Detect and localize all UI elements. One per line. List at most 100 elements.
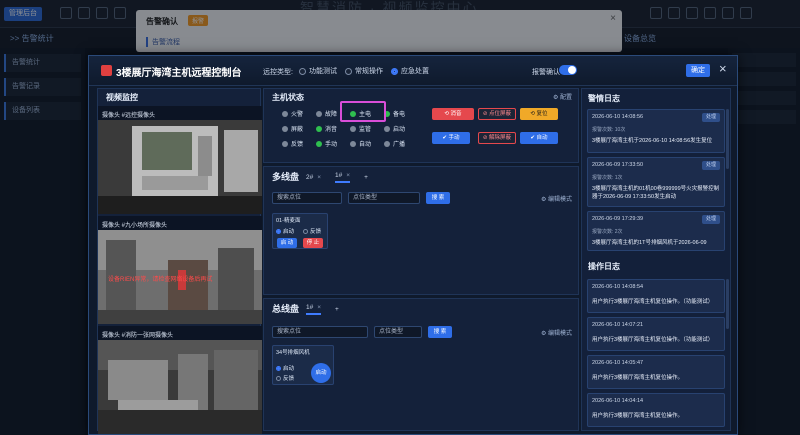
reset-button[interactable]: ⟲ 复位	[520, 108, 558, 120]
radio-dot	[391, 67, 398, 75]
search-point-input[interactable]: 搜索点位	[272, 326, 368, 338]
op-log-item: 2026-06-10 14:08:54 用户执行3楼展厅海湾主机复位操作。（功能…	[587, 279, 725, 313]
point-radio-feedback[interactable]: 反馈	[276, 374, 294, 382]
point-shield-button[interactable]: ⊘ 点位屏蔽	[478, 108, 516, 120]
silence-button[interactable]: ⟲ 消音	[432, 108, 474, 120]
status-item: 手动	[316, 139, 346, 148]
alarm-log-item[interactable]: 2026-06-09 17:33:50 报警次数: 1次 3楼展厅海湾主机的01…	[587, 157, 725, 207]
status-led-icon	[282, 125, 288, 132]
camera-2[interactable]: 摄像头 #九小场所摄像头 设备RIEN异常，请检查网络设备后再试	[98, 216, 262, 324]
status-led-icon	[316, 140, 322, 147]
tab-1[interactable]: 1# ×	[335, 172, 351, 183]
log-panel: 警情日志 2026-06-10 14:08:56 报警次数: 10次 3楼展厅海…	[581, 88, 731, 431]
process-button[interactable]: 处理	[702, 215, 720, 224]
edit-mode-link[interactable]: ⚙ 编辑模式	[541, 194, 572, 203]
host-status-panel: 主机状态 ⚙ 配置 火警 故障 主电 备电 屏蔽 消音 监管 启动 反馈 手动 自动 广播 ⟲ 消音 …	[263, 88, 579, 163]
camera-label: 摄像头 #九小场所摄像头	[102, 223, 168, 229]
highlight-box	[340, 101, 386, 122]
point-radio-start[interactable]: 启动	[276, 227, 294, 235]
camera-1[interactable]: 摄像头 #远控摄像头	[98, 106, 262, 214]
radio-normal-op[interactable]: 常规操作	[345, 66, 383, 76]
host-status-title: 主机状态	[272, 93, 304, 102]
point-radio-feedback[interactable]: 反馈	[303, 227, 321, 235]
search-button[interactable]: 搜 索	[428, 326, 452, 338]
point-radio-start[interactable]: 启动	[276, 364, 294, 372]
camera-error-text: 设备RIEN异常，请检查网络设备后再试	[108, 277, 213, 283]
close-icon[interactable]: ×	[317, 304, 321, 311]
alarm-confirm-toggle[interactable]	[559, 65, 577, 75]
point-type-select[interactable]: 点位类型	[374, 326, 422, 338]
status-led-icon	[350, 125, 356, 132]
status-item: 监管	[350, 124, 380, 133]
op-log-title: 操作日志	[588, 262, 620, 271]
status-item: 火警	[282, 109, 312, 118]
bus-title: 总线盘	[272, 304, 300, 314]
status-led-icon	[350, 140, 356, 147]
status-led-icon	[384, 125, 390, 132]
video-panel: 视频监控 摄像头 #远控摄像头 摄像头 #九小场所摄像头 设备RIEN异常，请检…	[97, 88, 262, 434]
status-led-icon	[282, 110, 288, 117]
bus-panel: 总线盘 1# × + 搜索点位 点位类型 搜 索 ⚙ 编辑模式 34号排烟风机 启…	[263, 298, 579, 431]
camera-label: 摄像头 #远控摄像头	[102, 113, 156, 119]
status-item: 自动	[350, 139, 380, 148]
op-log-item: 2026-06-10 14:07:21 用户执行3楼展厅海湾主机复位操作。（功能…	[587, 317, 725, 351]
add-tab-icon[interactable]: +	[364, 174, 368, 181]
modal-title: 3楼展厅海湾主机远程控制台	[116, 68, 242, 79]
close-icon[interactable]: ×	[317, 174, 321, 181]
manual-button[interactable]: ✔ 手动	[432, 132, 470, 144]
auto-button[interactable]: ✔ 自动	[520, 132, 558, 144]
search-button[interactable]: 搜 索	[426, 192, 450, 204]
status-item: 消音	[316, 124, 346, 133]
alarm-log-item[interactable]: 2026-06-10 14:08:56 报警次数: 10次 3楼展厅海湾主机于2…	[587, 109, 725, 153]
status-item: 备电	[384, 109, 414, 118]
point-name: 01-精麦面	[276, 218, 301, 224]
radio-function-test[interactable]: 功能测试	[299, 66, 337, 76]
radio-dot	[345, 67, 352, 75]
alarm-confirm-label: 报警确认	[532, 69, 560, 76]
op-log-item: 2026-06-10 14:05:47 用户执行3楼展厅海湾主机复位操作。	[587, 355, 725, 389]
alarm-log-scrollbar[interactable]	[726, 109, 729, 169]
unshield-button[interactable]: ⊘ 解除屏蔽	[478, 132, 516, 144]
add-tab-icon[interactable]: +	[335, 306, 339, 313]
close-icon[interactable]: ×	[346, 172, 350, 179]
status-item: 反馈	[282, 139, 312, 148]
remote-type-label: 远控类型:	[263, 69, 293, 76]
camera-label: 摄像头 #消防一张网摄像头	[102, 333, 174, 339]
point-card: 01-精麦面 启动 反馈 启 动 停 止	[272, 213, 328, 249]
tab-2[interactable]: 2# ×	[306, 174, 321, 181]
status-item: 屏蔽	[282, 124, 312, 133]
status-led-icon	[384, 140, 390, 147]
radio-dot	[299, 67, 306, 75]
stop-button[interactable]: 停 止	[303, 238, 323, 248]
op-log-scrollbar[interactable]	[726, 279, 729, 329]
search-point-input[interactable]: 搜索点位	[272, 192, 342, 204]
start-button[interactable]: 启 动	[277, 238, 297, 248]
close-icon[interactable]: ×	[719, 62, 727, 75]
status-led-icon	[282, 140, 288, 147]
process-button[interactable]: 处理	[702, 113, 720, 122]
multi-line-panel: 多线盘 2# × 1# × + 搜索点位 点位类型 搜 索 ⚙ 编辑模式 01-精麦…	[263, 166, 579, 295]
bus-tabs: 1# × +	[306, 304, 339, 315]
camera-feed[interactable]	[98, 340, 262, 434]
process-button[interactable]: 处理	[702, 161, 720, 170]
config-link[interactable]: ⚙ 配置	[553, 92, 572, 101]
remote-type-group: 功能测试 常规操作 应急处置	[299, 66, 429, 76]
camera-3[interactable]: 摄像头 #消防一张网摄像头	[98, 326, 262, 434]
camera-feed[interactable]: 设备RIEN异常，请检查网络设备后再试	[98, 230, 262, 324]
alarm-log-item[interactable]: 2026-06-09 17:29:39 报警次数: 2次 3楼展厅海湾主机的1T…	[587, 211, 725, 251]
edit-mode-link[interactable]: ⚙ 编辑模式	[541, 328, 572, 337]
status-led-icon	[316, 110, 322, 117]
point-type-select[interactable]: 点位类型	[348, 192, 420, 204]
confirm-button[interactable]: 确定	[686, 64, 710, 77]
status-item: 广播	[384, 139, 414, 148]
start-button[interactable]: 启动	[311, 363, 331, 383]
multi-line-title: 多线盘	[272, 172, 300, 182]
camera-feed[interactable]	[98, 120, 262, 214]
point-card: 34号排烟风机 启动 反馈 启动	[272, 345, 334, 385]
radio-emergency[interactable]: 应急处置	[391, 66, 429, 76]
tab-1[interactable]: 1# ×	[306, 304, 322, 315]
point-name: 34号排烟风机	[276, 350, 310, 356]
alarm-log-title: 警情日志	[588, 94, 620, 103]
video-title: 视频监控	[106, 93, 138, 102]
modal-header: 3楼展厅海湾主机远程控制台 远控类型: 功能测试 常规操作 应急处置 报警确认 …	[89, 56, 737, 86]
